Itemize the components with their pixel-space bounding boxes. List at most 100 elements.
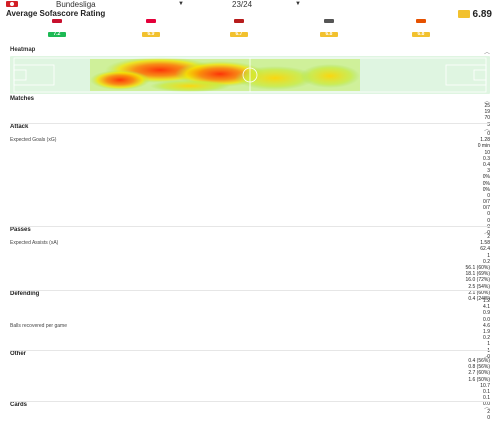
stat-value: 4.1 bbox=[483, 304, 490, 311]
stat-value: 0.9 bbox=[483, 310, 490, 317]
stat-value: 0 bbox=[487, 217, 490, 224]
stat-value: 3 bbox=[487, 168, 490, 175]
stat-label: Expected Assists (xA) bbox=[10, 240, 59, 247]
stat-value: 0 min bbox=[477, 143, 490, 150]
stat-value: 0.2 bbox=[483, 335, 490, 342]
crest-shape bbox=[52, 18, 62, 23]
heat-blob bbox=[150, 80, 230, 92]
stat-value: 2 bbox=[487, 409, 490, 415]
divider bbox=[10, 349, 490, 351]
crest-shape bbox=[416, 18, 426, 23]
match-card[interactable]: 7.2 bbox=[30, 17, 84, 45]
stat-value: 4.6 bbox=[483, 322, 490, 329]
stats-section-attack: Attack ︿ 0 Expected Goals (xG) 1.28 0 min 10 0.… bbox=[10, 124, 490, 236]
stat-value: 70 bbox=[484, 115, 490, 122]
germany-flag-icon bbox=[6, 1, 18, 7]
stat-value: 0.2 bbox=[483, 258, 490, 265]
stat-value: 0.4 (56%) bbox=[468, 358, 490, 364]
stat-value: 62.4 bbox=[480, 246, 490, 253]
top-bar: Bundesliga ▼ 23/24 ▼ bbox=[0, 0, 500, 9]
divider bbox=[10, 225, 490, 227]
heatmap-pitch bbox=[10, 56, 490, 94]
match-card[interactable]: 6.8 bbox=[394, 17, 448, 45]
stat-value: 0 bbox=[487, 415, 490, 422]
section-header[interactable]: Matches ︿ bbox=[10, 96, 490, 105]
stats-section-cards: Cards ︿ 2 0 bbox=[10, 402, 490, 421]
competition-select[interactable]: Bundesliga bbox=[56, 0, 96, 9]
pitch-lines bbox=[13, 57, 487, 93]
section-title: Cards bbox=[10, 402, 28, 408]
section-header[interactable]: Passes ︿ bbox=[10, 227, 490, 236]
heatmap-label: Heatmap bbox=[10, 47, 36, 53]
chevron-up-icon[interactable]: ︿ bbox=[484, 47, 490, 56]
average-rating-value: 6.89 bbox=[472, 9, 492, 20]
chevron-down-icon[interactable]: ▼ bbox=[295, 1, 301, 7]
match-card[interactable]: 6.8 bbox=[302, 17, 356, 45]
opponent-crest-icon bbox=[212, 17, 266, 24]
stat-value: 1.58 bbox=[480, 240, 490, 247]
stat-label: Balls recovered per game bbox=[10, 322, 67, 329]
stat-row: 0 bbox=[10, 415, 490, 421]
stat-value: 1.9 bbox=[483, 328, 490, 335]
heat-blob bbox=[300, 64, 360, 88]
section-header[interactable]: Other ︿ bbox=[10, 351, 490, 360]
match-card[interactable]: 6.7 bbox=[212, 17, 266, 45]
stat-value: 18.1 (69%) bbox=[465, 271, 490, 278]
stats-section-other: Other ︿ 0.4 (56%) 0.8 (56%) 2.7 (60%) 1.6 (50… bbox=[10, 351, 490, 408]
stat-value: 0.1 bbox=[483, 388, 490, 395]
stat-value: 10 bbox=[484, 149, 490, 156]
season-select[interactable]: 23/24 bbox=[232, 0, 252, 9]
crest-shape bbox=[324, 18, 334, 23]
stat-value: 56.1 (60%) bbox=[465, 264, 490, 271]
heat-blob bbox=[90, 70, 150, 90]
section-title: Passes bbox=[10, 227, 31, 233]
stat-value: 0/7 bbox=[483, 205, 490, 212]
crest-shape bbox=[234, 18, 244, 23]
section-header[interactable]: Cards ︿ bbox=[10, 402, 490, 411]
stat-value: 25 bbox=[484, 103, 490, 109]
stat-value: 0% bbox=[482, 174, 490, 181]
stat-value: 1 bbox=[487, 341, 490, 348]
section-title: Attack bbox=[10, 124, 29, 130]
stat-value: 2.7 (60%) bbox=[468, 370, 490, 377]
heatmap-header[interactable]: Heatmap ︿ bbox=[10, 47, 490, 56]
crest-shape bbox=[146, 18, 156, 23]
match-rating-pill: 7.2 bbox=[48, 32, 66, 37]
stat-value: 0.8 (56%) bbox=[468, 364, 490, 371]
divider bbox=[10, 122, 490, 124]
stat-value: 0 bbox=[487, 211, 490, 218]
stat-value: 10.7 bbox=[480, 382, 490, 389]
stat-value: 1 bbox=[487, 252, 490, 259]
stat-value: 1.6 (50%) bbox=[468, 376, 490, 383]
stat-value: 0% bbox=[482, 186, 490, 193]
section-header[interactable]: Defending ︿ bbox=[10, 291, 490, 300]
match-rating-pill: 6.8 bbox=[412, 32, 430, 37]
heatmap-svg bbox=[13, 57, 487, 93]
rating-square-icon bbox=[457, 10, 470, 18]
divider bbox=[10, 289, 490, 291]
stat-label: Expected Goals (xG) bbox=[10, 137, 57, 144]
stat-value: 0.4 bbox=[483, 161, 490, 168]
stat-value: 19 bbox=[484, 109, 490, 116]
match-rating-pill: 6.8 bbox=[320, 32, 338, 37]
stat-value: 1.2 bbox=[483, 298, 490, 304]
match-rating-pill: 6.7 bbox=[230, 32, 248, 37]
section-title: Matches bbox=[10, 96, 35, 102]
chevron-down-icon[interactable]: ▼ bbox=[178, 1, 184, 7]
section-header[interactable]: Attack ︿ bbox=[10, 124, 490, 133]
stat-value: 0 bbox=[487, 131, 490, 137]
stat-value: 2 bbox=[487, 234, 490, 240]
divider bbox=[10, 400, 490, 402]
stat-value: 0.3 bbox=[483, 155, 490, 162]
section-title: Other bbox=[10, 351, 27, 357]
stat-value: 16.0 (72%) bbox=[465, 277, 490, 284]
match-rating-pill: 6.9 bbox=[142, 32, 160, 37]
stat-value: 0.0 bbox=[483, 316, 490, 323]
opponent-crest-icon bbox=[394, 17, 448, 24]
match-card[interactable]: 6.9 bbox=[124, 17, 178, 45]
opponent-crest-icon bbox=[124, 17, 178, 24]
opponent-crest-icon bbox=[30, 17, 84, 24]
stat-value: 0% bbox=[482, 180, 490, 187]
stat-value: 0 bbox=[487, 192, 490, 199]
stat-value: 1.28 bbox=[480, 137, 490, 144]
